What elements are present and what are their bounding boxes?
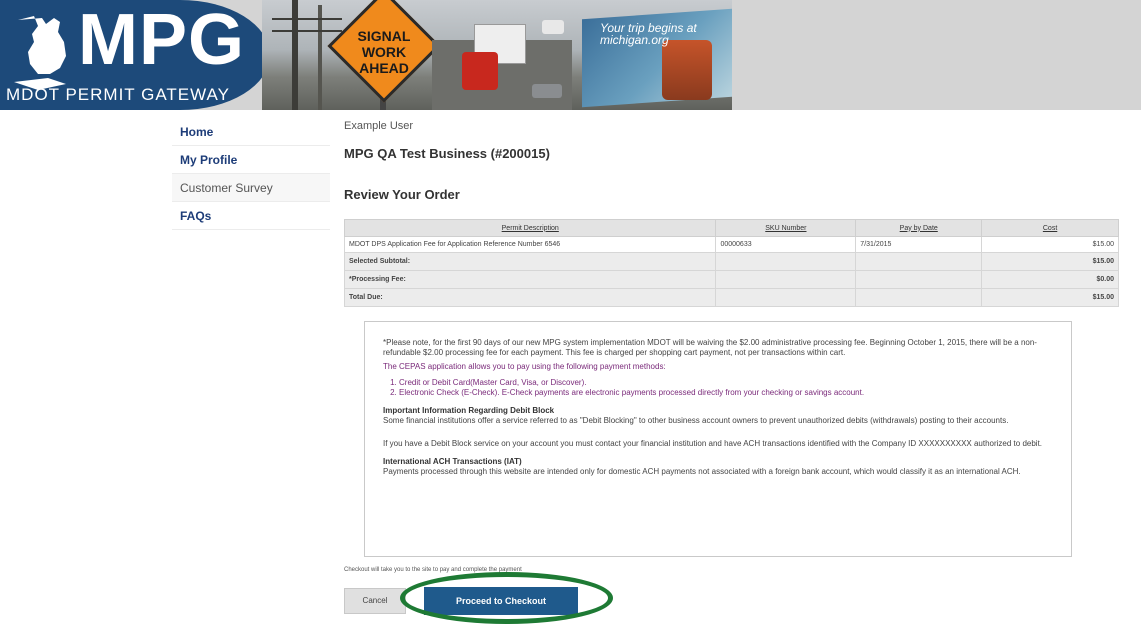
order-table: Permit Description SKU Number Pay by Dat… — [343, 219, 1119, 307]
utility-pole-image — [318, 5, 322, 110]
business-title: MPG QA Test Business (#200015) — [344, 146, 550, 161]
michigan-map-icon — [14, 16, 66, 90]
iat-heading: International ACH Transactions (IAT) — [383, 457, 522, 466]
total-due-value: $15.00 — [981, 288, 1119, 307]
user-name: Example User — [344, 120, 414, 132]
brand-subtitle: MDOT PERMIT GATEWAY — [6, 85, 230, 104]
sidebar-item-faqs[interactable]: FAQs — [172, 202, 330, 230]
processing-fee-label: *Processing Fee: — [343, 270, 717, 289]
list-item: Credit or Debit Card(Master Card, Visa, … — [399, 378, 1053, 388]
car-image — [532, 84, 562, 98]
column-header-permit-description[interactable]: Permit Description — [343, 219, 717, 237]
sidebar-nav: Home My Profile Customer Survey FAQs — [172, 118, 330, 230]
column-header-sku-number[interactable]: SKU Number — [715, 219, 857, 237]
truck-cab-image — [462, 52, 498, 90]
proceed-to-checkout-button[interactable]: Proceed to Checkout — [424, 587, 578, 615]
pay-by-date-cell: 7/31/2015 — [855, 236, 983, 253]
payment-methods-list: Credit or Debit Card(Master Card, Visa, … — [383, 378, 1053, 398]
processing-fee-row: *Processing Fee: $0.00 — [343, 270, 1119, 289]
car-image — [542, 20, 564, 34]
sidebar-item-my-profile[interactable]: My Profile — [172, 146, 330, 174]
debit-block-instructions: If you have a Debit Block service on you… — [383, 439, 1043, 448]
total-due-row: Total Due: $15.00 — [343, 288, 1119, 307]
power-line-image — [272, 18, 342, 20]
header-banner: MPG MDOT PERMIT GATEWAY SIGNAL WORK AHEA… — [0, 0, 1141, 110]
debit-block-heading: Important Information Regarding Debit Bl… — [383, 406, 555, 415]
payment-methods-intro: The CEPAS application allows you to pay … — [383, 362, 666, 371]
column-header-pay-by-date[interactable]: Pay by Date — [855, 219, 983, 237]
payment-notice-box: *Please note, for the first 90 days of o… — [364, 321, 1072, 557]
page-title: Review Your Order — [344, 187, 460, 202]
waterfall-image — [662, 40, 712, 100]
iat-text: Payments processed through this website … — [383, 467, 1021, 476]
fee-waiver-notice: *Please note, for the first 90 days of o… — [383, 338, 1037, 357]
processing-fee-value: $0.00 — [981, 270, 1119, 289]
sidebar-item-home[interactable]: Home — [172, 118, 330, 146]
table-header-row: Permit Description SKU Number Pay by Dat… — [343, 219, 1119, 237]
sku-number-cell: 00000633 — [715, 236, 857, 253]
permit-description-cell: MDOT DPS Application Fee for Application… — [343, 236, 717, 253]
total-due-label: Total Due: — [343, 288, 717, 307]
table-row: MDOT DPS Application Fee for Application… — [343, 236, 1119, 253]
subtotal-value: $15.00 — [981, 252, 1119, 271]
work-zone-sign-text: SIGNAL WORK AHEAD — [357, 28, 411, 77]
subtotal-label: Selected Subtotal: — [343, 252, 717, 271]
column-header-cost[interactable]: Cost — [981, 219, 1119, 237]
list-item: Electronic Check (E-Check). E-Check paym… — [399, 388, 1053, 398]
cost-cell: $15.00 — [981, 236, 1119, 253]
subtotal-row: Selected Subtotal: $15.00 — [343, 252, 1119, 271]
utility-pole-image — [292, 0, 298, 110]
debit-block-text: Some financial institutions offer a serv… — [383, 416, 1009, 425]
sidebar-item-customer-survey[interactable]: Customer Survey — [172, 174, 330, 202]
header-photo-collage: SIGNAL WORK AHEAD Your trip begins at mi… — [262, 0, 732, 110]
checkout-note: Checkout will take you to the site to pa… — [344, 567, 522, 573]
billboard-text: Your trip begins at michigan.org — [600, 21, 697, 47]
main-content: Example User MPG QA Test Business (#2000… — [343, 118, 1124, 615]
mpg-logo[interactable]: MPG MDOT PERMIT GATEWAY — [0, 0, 270, 110]
cancel-button[interactable]: Cancel — [344, 588, 406, 614]
power-line-image — [272, 30, 342, 32]
brand-title: MPG — [78, 0, 246, 80]
